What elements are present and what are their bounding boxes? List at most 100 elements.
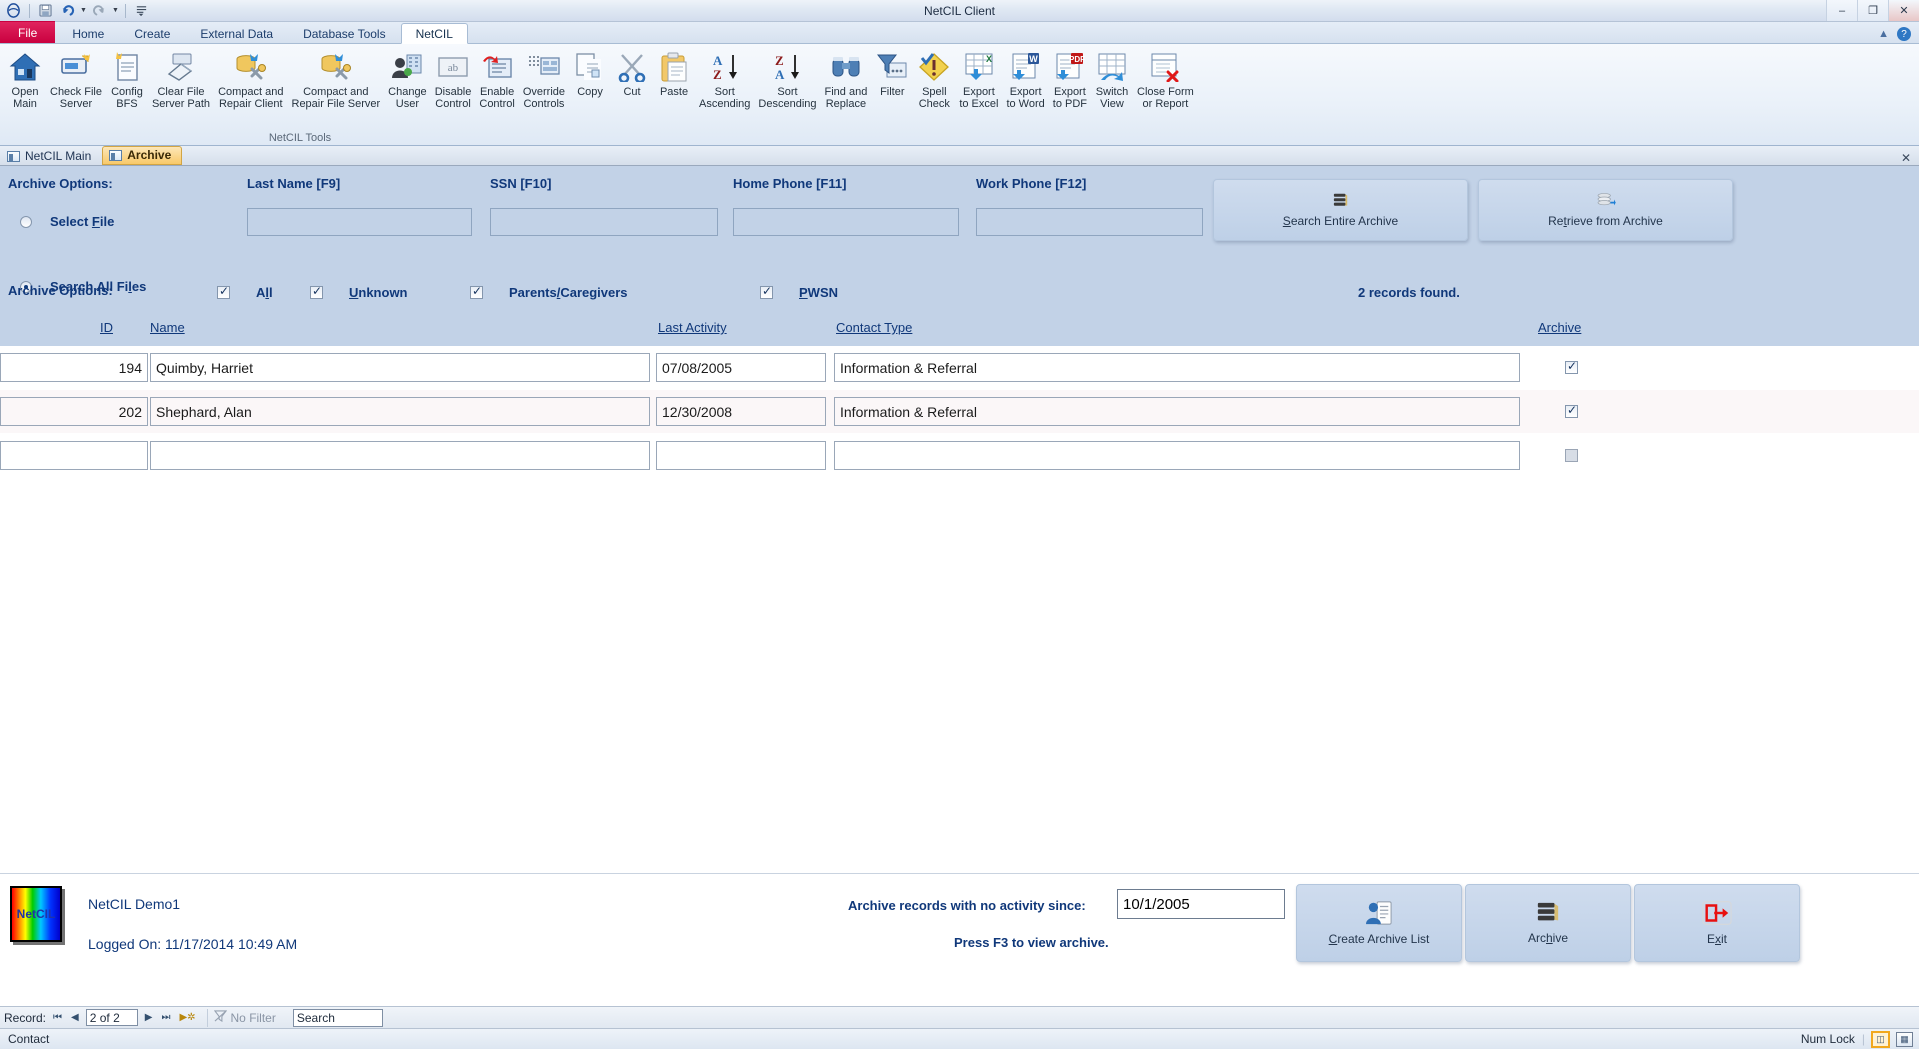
document-tab-label: NetCIL Main (25, 147, 91, 166)
checkbox-all[interactable]: All (217, 285, 273, 300)
ribbon-button-export-to-word[interactable]: WExport to Word (1002, 48, 1048, 110)
column-header-contact-type[interactable]: Contact Type (836, 320, 912, 335)
ssn-input[interactable] (490, 208, 718, 236)
column-header-archive[interactable]: Archive (1538, 320, 1581, 335)
checkbox-icon[interactable] (760, 286, 773, 299)
next-record-icon[interactable]: ▶ (143, 1012, 155, 1023)
archive-since-input[interactable] (1117, 889, 1285, 919)
cell-contact-type[interactable] (834, 441, 1520, 470)
cell-last-activity[interactable]: 12/30/2008 (656, 397, 826, 426)
cell-last-activity[interactable] (656, 441, 826, 470)
ribbon-button-change-user[interactable]: Change User (384, 48, 431, 110)
create-archive-list-button[interactable]: Create Archive List (1296, 884, 1462, 962)
ribbon-tab-file[interactable]: File (0, 21, 55, 43)
last-name-input[interactable] (247, 208, 472, 236)
ribbon-button-paste[interactable]: Paste (653, 48, 695, 98)
archive-options-label-2: Archive Options: (8, 283, 113, 298)
archive-checkbox[interactable] (1565, 449, 1578, 462)
ribbon-button-clear-file-server-path[interactable]: Clear File Server Path (148, 48, 214, 110)
ribbon-button-switch-view[interactable]: Switch View (1091, 48, 1133, 110)
ribbon-tab-create[interactable]: Create (119, 23, 185, 44)
search-input[interactable]: Search (293, 1009, 383, 1027)
ribbon-button-find-and-replace[interactable]: Find and Replace (821, 48, 872, 110)
cell-id[interactable] (0, 441, 148, 470)
cell-name[interactable]: Shephard, Alan (150, 397, 650, 426)
ribbon-button-open-main[interactable]: Open Main (4, 48, 46, 110)
ribbon-button-override-controls[interactable]: Override Controls (519, 48, 569, 110)
minimize-button[interactable]: – (1826, 0, 1857, 21)
search-entire-archive-button[interactable]: Search Entire Archive (1213, 179, 1468, 241)
document-tab-netcil-main[interactable]: NetCIL Main (0, 146, 102, 165)
ribbon-button-sort-descending[interactable]: ZASort Descending (754, 48, 820, 110)
checkbox-icon[interactable] (217, 286, 230, 299)
checkbox-parents-caregivers[interactable]: Parents/Caregivers (470, 285, 628, 300)
ribbon-button-filter[interactable]: Filter (871, 48, 913, 98)
help-icon[interactable]: ? (1897, 27, 1911, 41)
ribbon-tab-external-data[interactable]: External Data (185, 23, 288, 44)
first-record-icon[interactable]: ⏮ (51, 1012, 64, 1023)
customize-qat-icon[interactable] (132, 1, 151, 20)
table-row[interactable]: 194Quimby, Harriet07/08/2005 Information … (0, 346, 1919, 389)
exit-button[interactable]: Exit (1634, 884, 1800, 962)
last-record-icon[interactable]: ⏭ (159, 1012, 172, 1023)
ribbon-button-check-file-server[interactable]: Check File Server (46, 48, 106, 110)
ribbon-tab-home[interactable]: Home (57, 23, 119, 44)
collapse-ribbon-icon[interactable]: ▲ (1878, 28, 1889, 40)
archive-button[interactable]: Archive (1465, 884, 1631, 962)
ribbon-button-sort-ascending[interactable]: AZSort Ascending (695, 48, 754, 110)
radio-select-file[interactable]: Select File (20, 214, 114, 229)
column-header-last-activity[interactable]: Last Activity (658, 320, 727, 335)
ribbon-button-compact-and-repair-file-server[interactable]: Compact and Repair File Server (288, 48, 385, 110)
redo-icon[interactable] (90, 1, 109, 20)
table-row[interactable] (0, 434, 1919, 477)
record-position[interactable]: 2 of 2 (86, 1009, 138, 1026)
ssn-label: SSN [F10] (490, 176, 551, 191)
radio-icon[interactable] (20, 216, 32, 228)
ribbon-button-compact-and-repair-client[interactable]: Compact and Repair Client (214, 48, 287, 110)
prev-record-icon[interactable]: ◀ (69, 1012, 81, 1023)
checkbox-icon[interactable] (470, 286, 483, 299)
home-phone-input[interactable] (733, 208, 959, 236)
cell-name[interactable]: Quimby, Harriet (150, 353, 650, 382)
ribbon-button-close-form-or-report[interactable]: Close Form or Report (1133, 48, 1198, 110)
checkbox-icon[interactable] (310, 286, 323, 299)
form-view-icon[interactable]: ◫ (1872, 1032, 1889, 1047)
column-header-id[interactable]: ID (100, 320, 113, 335)
ribbon-button-export-to-pdf[interactable]: PDFExport to PDF (1049, 48, 1091, 110)
work-phone-input[interactable] (976, 208, 1203, 236)
checkbox-pwsn[interactable]: PWSN (760, 285, 838, 300)
undo-dropdown-icon[interactable]: ▼ (80, 7, 87, 14)
close-button[interactable]: ✕ (1888, 0, 1919, 21)
datasheet-view-icon[interactable]: ▦ (1896, 1032, 1913, 1047)
table-row[interactable]: 202Shephard, Alan12/30/2008 Information &… (0, 390, 1919, 433)
ribbon-tab-netcil[interactable]: NetCIL (401, 23, 468, 44)
ribbon-button-cut[interactable]: Cut (611, 48, 653, 98)
ribbon-button-copy[interactable]: Copy (569, 48, 611, 98)
cell-name[interactable] (150, 441, 650, 470)
undo-icon[interactable] (58, 1, 77, 20)
cell-id[interactable]: 202 (0, 397, 148, 426)
filter-status[interactable]: No Filter (207, 1009, 282, 1027)
redo-dropdown-icon[interactable]: ▼ (112, 7, 119, 14)
ribbon-button-enable-control[interactable]: Enable Control (475, 48, 518, 110)
cell-contact-type[interactable]: Information & Referral (834, 397, 1520, 426)
retrieve-from-archive-button[interactable]: Retrieve from Archive (1478, 179, 1733, 241)
cell-last-activity[interactable]: 07/08/2005 (656, 353, 826, 382)
save-icon[interactable] (36, 1, 55, 20)
restore-button[interactable]: ❐ (1857, 0, 1888, 21)
cell-id[interactable]: 194 (0, 353, 148, 382)
checkbox-unknown[interactable]: Unknown (310, 285, 408, 300)
archive-checkbox[interactable] (1565, 405, 1578, 418)
ribbon-button-export-to-excel[interactable]: XExport to Excel (955, 48, 1002, 110)
ribbon-button-config-bfs[interactable]: Config BFS (106, 48, 148, 110)
cell-contact-type[interactable]: Information & Referral (834, 353, 1520, 382)
new-record-icon[interactable]: ▶✲ (177, 1012, 197, 1023)
ribbon-button-label: Sort Ascending (699, 86, 750, 110)
archive-checkbox[interactable] (1565, 361, 1578, 374)
ribbon-button-spell-check[interactable]: Spell Check (913, 48, 955, 110)
ribbon-button-disable-control[interactable]: abDisable Control (431, 48, 476, 110)
column-header-name[interactable]: Name (150, 320, 185, 335)
ribbon-tab-database-tools[interactable]: Database Tools (288, 23, 401, 44)
document-tab-archive[interactable]: Archive (102, 146, 182, 165)
close-document-icon[interactable]: ✕ (1901, 151, 1919, 165)
